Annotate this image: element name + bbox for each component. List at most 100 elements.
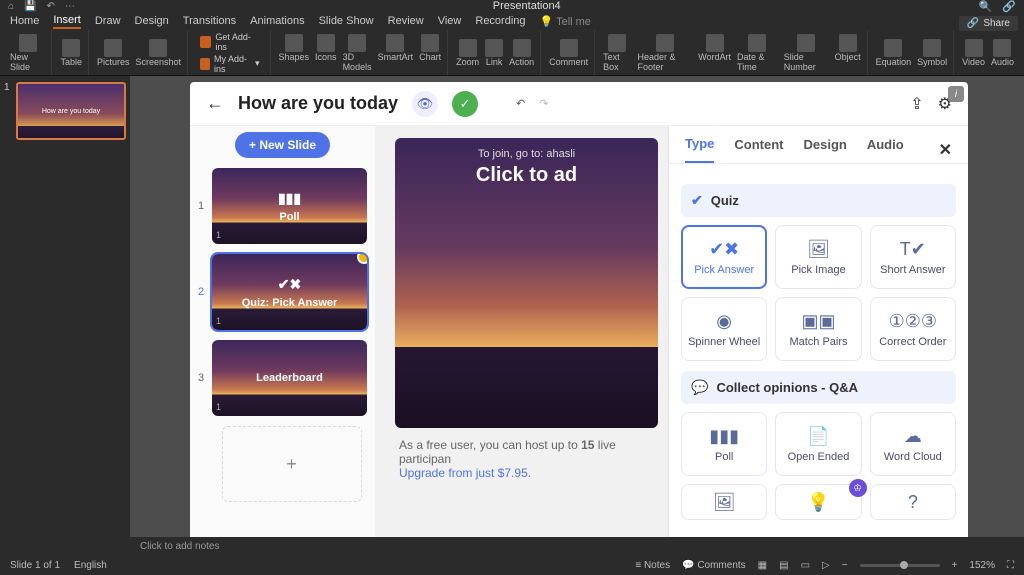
audio-button[interactable]: Audio [991,39,1014,67]
menu-insert[interactable]: Insert [53,14,81,29]
slide-item-poll[interactable]: ▮▮▮Poll 1 [212,168,367,244]
link-button[interactable]: Link [485,39,503,67]
share-panel-icon[interactable]: ⇪ [910,94,923,114]
redo-panel-icon[interactable]: ↷ [539,97,548,110]
canvas-area: To join, go to: ahasli Click to ad As a … [375,126,668,537]
my-addins-button[interactable]: My Add-ins ▾ [200,54,259,74]
equation-button[interactable]: Equation [876,39,912,67]
menu-recording[interactable]: Recording [475,15,525,27]
home-icon[interactable]: ⌂ [8,1,14,12]
menu-draw[interactable]: Draw [95,15,121,27]
card-word-cloud[interactable]: ☁Word Cloud [870,412,956,476]
card-correct-order[interactable]: ①②③Correct Order [870,297,956,361]
slide-thumbnails: 1 How are you today [0,76,130,537]
tab-audio[interactable]: Audio [867,137,904,162]
card-pick-answer[interactable]: ✔✖Pick Answer [681,225,767,289]
close-icon[interactable]: ✕ [939,140,952,160]
language-indicator[interactable]: English [74,560,107,571]
menu-review[interactable]: Review [388,15,424,27]
comment-button[interactable]: Comment [549,39,588,67]
zoom-slider[interactable] [860,564,940,567]
card-pick-image[interactable]: 🖼Pick Image [775,225,861,289]
menu-design[interactable]: Design [135,15,169,27]
slidenum-button[interactable]: Slide Number [784,34,829,72]
pictures-button[interactable]: Pictures [97,39,130,67]
link-icon[interactable]: 🔗 [1002,0,1016,13]
undo-panel-icon[interactable]: ↶ [516,97,525,110]
object-button[interactable]: Object [835,34,861,72]
back-icon[interactable]: ← [206,93,224,114]
table-button[interactable]: Table [60,39,82,67]
zoom-in-icon[interactable]: + [952,560,958,571]
check-icon[interactable]: ✓ [452,91,478,117]
tab-content[interactable]: Content [734,137,783,162]
fit-icon[interactable]: ⛶ [1007,560,1014,571]
slide-indicator: Slide 1 of 1 [10,560,60,571]
addin-panel: i ← How are you today 👁 ✓ ↶ ↷ ⇪ ⚙ + New … [190,82,968,537]
card-spinner-wheel[interactable]: ◉Spinner Wheel [681,297,767,361]
search-icon[interactable]: 🔍 [979,0,993,13]
slide-thumbnail-1[interactable]: How are you today [16,82,126,140]
opinions-icon: 💬 [691,379,708,396]
wordart-button[interactable]: WordArt [698,34,731,72]
card-idea[interactable]: 💡♔ [775,484,861,520]
slide-list: + New Slide 1 ▮▮▮Poll 1 2 ✔✖Quiz: Pick A… [190,126,375,537]
card-match-pairs[interactable]: ▣▣Match Pairs [775,297,861,361]
comments-toggle[interactable]: 💬 Comments [682,560,746,571]
menu-view[interactable]: View [438,15,462,27]
3d-models-button[interactable]: 3D Models [343,34,372,72]
video-button[interactable]: Video [962,39,985,67]
textbox-button[interactable]: Text Box [603,34,631,72]
chart-button[interactable]: Chart [419,34,441,72]
view-sorter-icon[interactable]: ▤ [779,560,788,571]
main-slide[interactable]: To join, go to: ahasli Click to ad [395,138,658,428]
header-footer-button[interactable]: Header & Footer [638,34,693,72]
menu-slideshow[interactable]: Slide Show [319,15,374,27]
add-slide-button[interactable]: + [222,426,362,502]
screenshot-button[interactable]: Screenshot [136,39,182,67]
editor-area: i ← How are you today 👁 ✓ ↶ ↷ ⇪ ⚙ + New … [130,76,1024,537]
card-open-ended[interactable]: 📄Open Ended [775,412,861,476]
undo-icon[interactable]: ↶ [47,1,55,12]
upgrade-link[interactable]: Upgrade from just $7.95. [399,466,531,480]
tab-design[interactable]: Design [804,137,847,162]
card-short-answer[interactable]: T✔Short Answer [870,225,956,289]
get-addins-button[interactable]: Get Add-ins [200,32,259,52]
action-button[interactable]: Action [509,39,534,67]
info-icon[interactable]: i [948,86,964,102]
menu-tellme[interactable]: 💡 Tell me [540,15,591,28]
datetime-button[interactable]: Date & Time [737,34,778,72]
menu-home[interactable]: Home [10,15,39,27]
shapes-button[interactable]: Shapes [279,34,310,72]
card-poll[interactable]: ▮▮▮Poll [681,412,767,476]
document-title: Presentation4 [75,0,979,12]
share-button[interactable]: 🔗Share [959,16,1018,31]
view-slideshow-icon[interactable]: ▷ [822,560,830,571]
menu-animations[interactable]: Animations [250,15,304,27]
more-icon[interactable]: ⋯ [65,1,75,12]
slide-item-quiz[interactable]: ✔✖Quiz: Pick Answer 1 [212,254,367,330]
side-panel: Type Content Design Audio ✕ ✔Quiz ✔✖Pick… [668,126,968,537]
zoom-out-icon[interactable]: − [842,560,848,571]
slide-title-placeholder[interactable]: Click to ad [395,164,658,187]
section-opinions: 💬Collect opinions - Q&A [681,371,956,404]
notes-toggle[interactable]: ≡ Notes [635,560,670,571]
save-icon[interactable]: 💾 [24,1,36,12]
symbol-button[interactable]: Symbol [917,39,947,67]
zoom-button[interactable]: Zoom [456,39,479,67]
card-image-choice[interactable]: 🖼 [681,484,767,520]
preview-icon[interactable]: 👁 [412,91,438,117]
icons-button[interactable]: Icons [315,34,337,72]
slide-item-leaderboard[interactable]: Leaderboard 1 [212,340,367,416]
tab-type[interactable]: Type [685,136,714,163]
notes-placeholder[interactable]: Click to add notes [0,537,1024,555]
view-reading-icon[interactable]: ▭ [801,560,810,571]
zoom-value[interactable]: 152% [969,560,995,571]
menu-transitions[interactable]: Transitions [183,15,236,27]
smartart-button[interactable]: SmartArt [378,34,414,72]
menubar: Home Insert Draw Design Transitions Anim… [0,12,1024,30]
view-normal-icon[interactable]: ▦ [758,560,767,571]
card-qa[interactable]: ? [870,484,956,520]
new-slide-button[interactable]: + New Slide [235,132,330,158]
new-slide-button[interactable]: New Slide [10,34,45,72]
